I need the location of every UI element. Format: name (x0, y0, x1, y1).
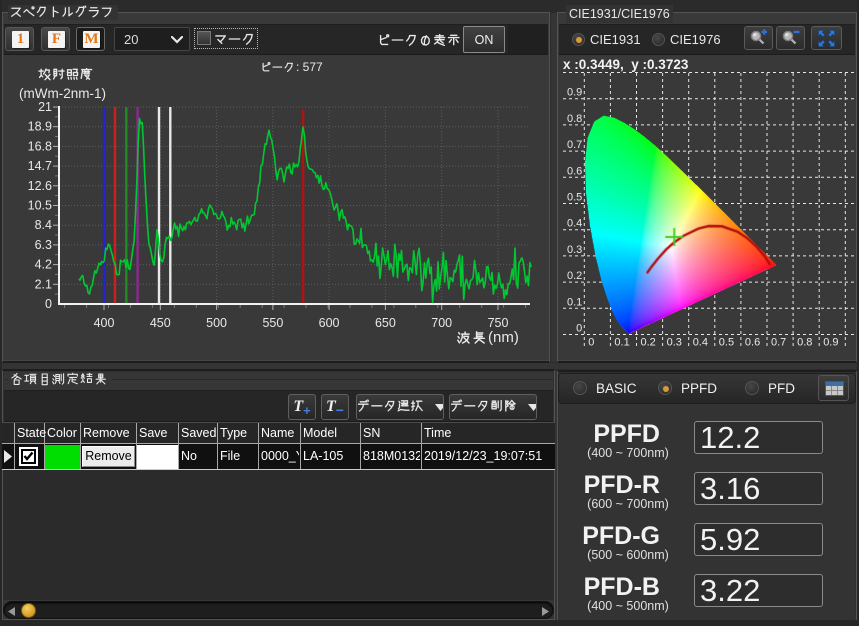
svg-text:10.5: 10.5 (28, 199, 52, 213)
svg-text:400: 400 (94, 316, 115, 330)
svg-text:450: 450 (150, 316, 171, 330)
svg-text:6.3: 6.3 (35, 238, 52, 252)
svg-text:550: 550 (262, 316, 283, 330)
svg-text:16.8: 16.8 (28, 139, 52, 153)
svg-text:650: 650 (375, 316, 396, 330)
svg-text:14.7: 14.7 (28, 159, 52, 173)
svg-text:2.1: 2.1 (35, 277, 52, 291)
svg-text:21: 21 (38, 100, 52, 114)
svg-text:4.2: 4.2 (35, 258, 52, 272)
svg-text:12.6: 12.6 (28, 179, 52, 193)
svg-text:8.4: 8.4 (35, 218, 52, 232)
svg-text:500: 500 (206, 316, 227, 330)
svg-text:700: 700 (431, 316, 452, 330)
svg-text:0: 0 (45, 297, 52, 311)
svg-text:600: 600 (319, 316, 340, 330)
svg-text:18.9: 18.9 (28, 120, 52, 134)
svg-text:750: 750 (488, 316, 509, 330)
